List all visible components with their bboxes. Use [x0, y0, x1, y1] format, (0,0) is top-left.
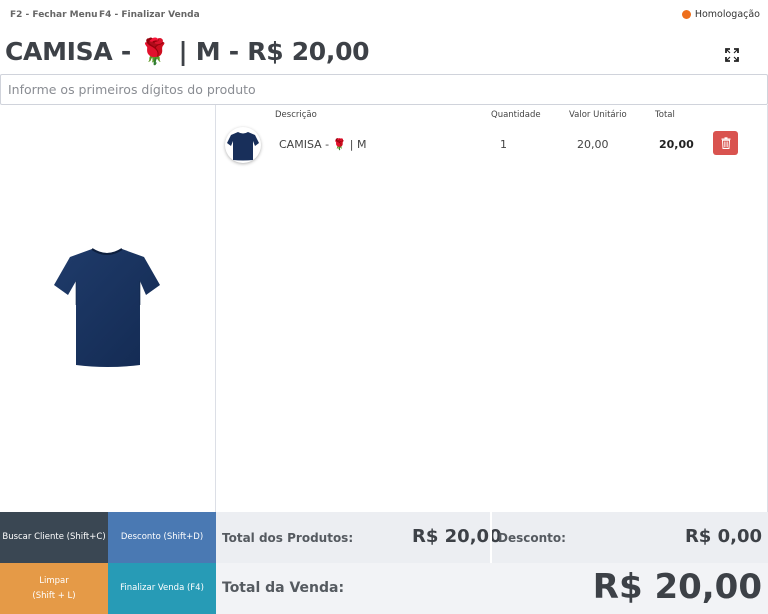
clear-button-label: Limpar [39, 576, 69, 587]
item-total: 20,00 [659, 138, 694, 151]
shortcut-close-menu[interactable]: F2 - Fechar Menu [10, 10, 98, 20]
trash-icon [721, 137, 730, 149]
delete-item-button[interactable] [713, 131, 738, 155]
products-total-label: Total dos Produtos: [222, 531, 354, 545]
header-unit-price: Valor Unitário [569, 110, 627, 120]
discount-button[interactable]: Desconto (Shift+D) [108, 512, 216, 563]
totals-summary: Total dos Produtos: R$ 20,00 Desconto: R… [216, 512, 768, 563]
table-row[interactable]: CAMISA - 🌹 | M 1 20,00 20,00 [216, 125, 768, 173]
discount-label: Desconto: [498, 531, 566, 545]
tshirt-icon [54, 248, 160, 367]
discount-value: R$ 0,00 [684, 526, 762, 547]
sale-items-panel: Descrição Quantidade Valor Unitário Tota… [216, 105, 768, 512]
tshirt-icon [227, 132, 259, 161]
header-description: Descrição [275, 110, 317, 120]
current-product-title: CAMISA - 🌹 | M - R$ 20,00 [5, 37, 370, 66]
product-thumbnail [225, 127, 261, 163]
sale-total: Total da Venda: R$ 20,00 [216, 563, 768, 614]
item-quantity: 1 [500, 138, 507, 151]
clear-button-shortcut: (Shift + L) [32, 590, 76, 601]
status-dot-icon [681, 10, 691, 19]
product-image-panel [0, 105, 216, 512]
header-total: Total [655, 110, 675, 120]
top-bar: F2 - Fechar Menu F4 - Finalizar Venda Ho… [0, 0, 768, 30]
sale-total-value: R$ 20,00 [592, 567, 762, 607]
product-search-input[interactable] [0, 74, 768, 105]
shortcut-finalize-sale[interactable]: F4 - Finalizar Venda [99, 10, 200, 20]
expand-icon[interactable] [725, 47, 739, 62]
environment-label: Homologação [694, 9, 760, 20]
clear-button[interactable]: Limpar (Shift + L) [0, 563, 108, 614]
totals-divider [490, 512, 492, 563]
item-unit-price: 20,00 [577, 138, 609, 151]
products-total-value: R$ 20,00 [412, 526, 502, 547]
finalize-sale-button[interactable]: Finalizar Venda (F4) [108, 563, 216, 614]
header-quantity: Quantidade [491, 110, 541, 120]
find-client-button[interactable]: Buscar Cliente (Shift+C) [0, 512, 108, 563]
environment-status: Homologação [681, 9, 760, 20]
sale-total-label: Total da Venda: [222, 580, 345, 596]
item-description: CAMISA - 🌹 | M [279, 138, 367, 151]
